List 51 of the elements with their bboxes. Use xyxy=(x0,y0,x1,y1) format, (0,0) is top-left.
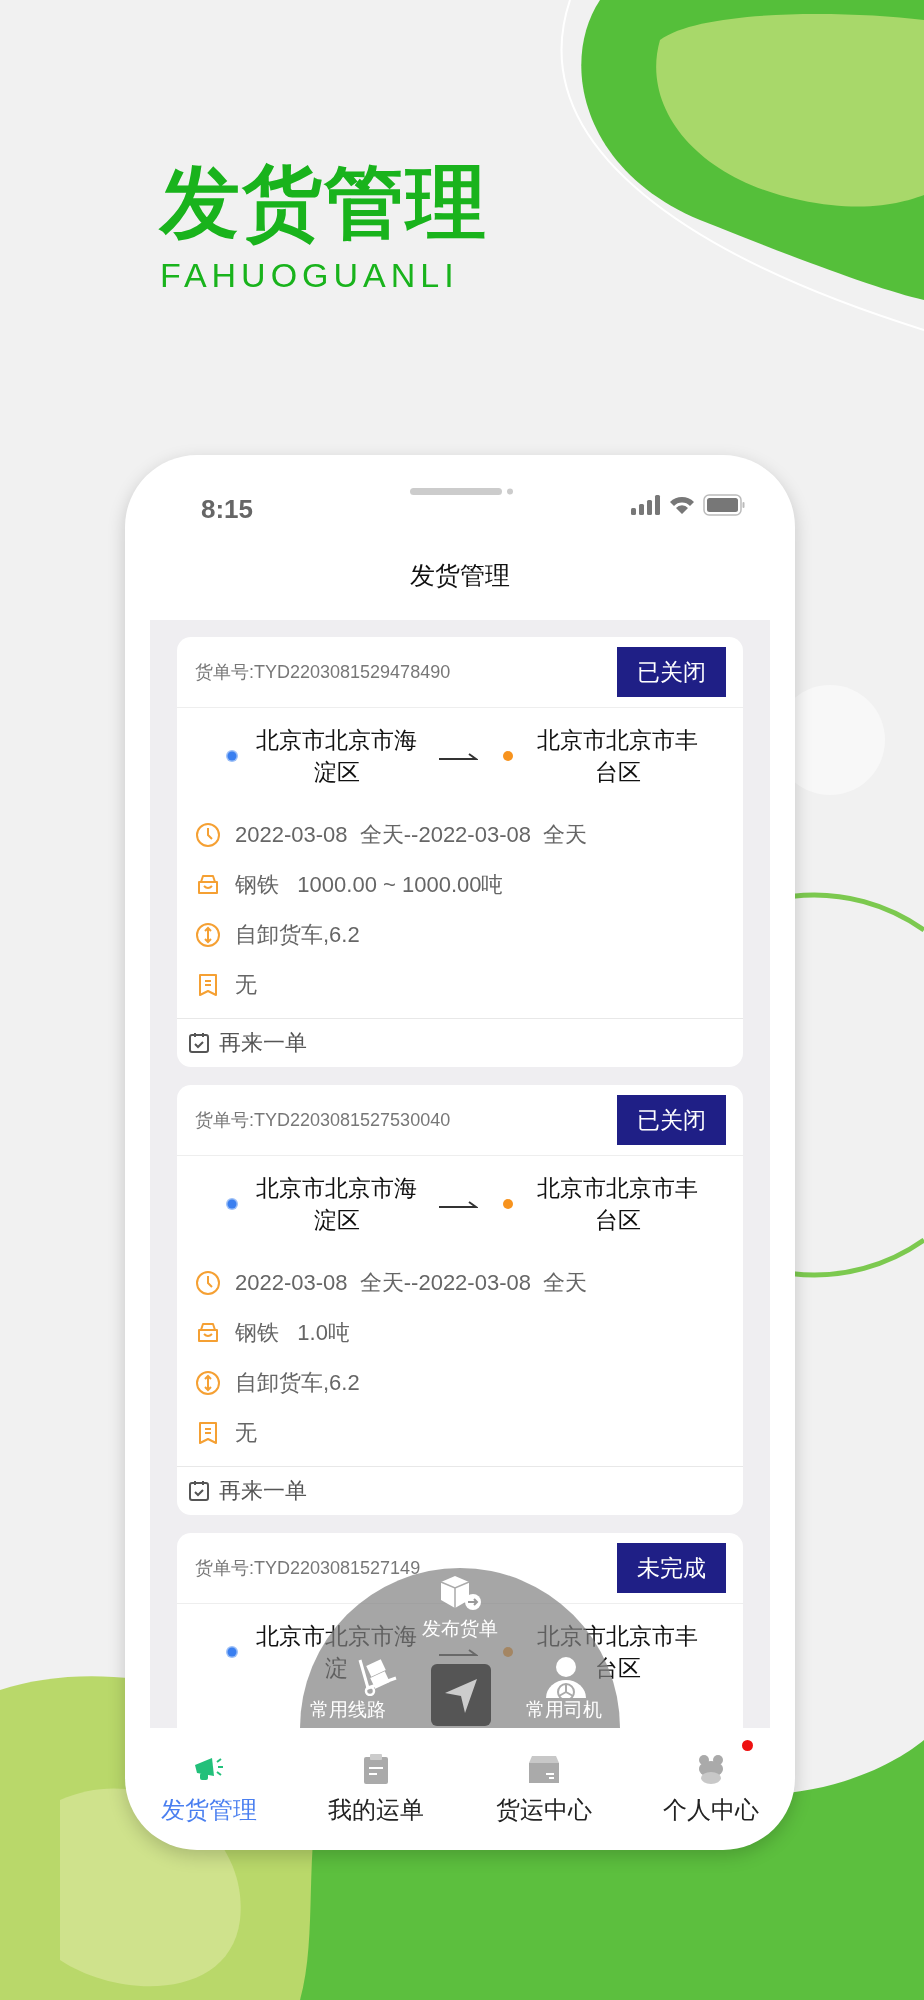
headline: 发货管理 xyxy=(160,157,489,249)
origin-dot-icon xyxy=(225,1645,239,1659)
detail-text: 自卸货车,6.2 xyxy=(235,921,360,949)
reorder-button[interactable]: 再来一单 xyxy=(187,1476,307,1506)
detail-text: 钢铁 1000.00 ~ 1000.00吨 xyxy=(235,871,504,899)
clock-icon xyxy=(195,822,221,848)
origin-dot-icon xyxy=(225,1197,239,1211)
headline-subtitle: FAHUOGUANLI xyxy=(160,255,460,296)
speaker-notch-icon xyxy=(410,488,514,496)
origin-dot-icon xyxy=(225,749,239,763)
destination-dot-icon xyxy=(502,1198,514,1210)
status-time: 8:15 xyxy=(201,493,254,525)
tab[interactable]: 货运中心 xyxy=(468,1735,619,1826)
destination-address: 台区 xyxy=(594,1206,641,1235)
origin-address: 北京市北京市海 xyxy=(256,1622,417,1651)
detail-text: 钢铁 1.0吨 xyxy=(235,1319,350,1347)
status-badge: 未完成 xyxy=(617,1543,726,1593)
origin-address: 淀区 xyxy=(313,1206,360,1235)
calendar-check-icon xyxy=(187,1031,211,1055)
origin-address: 北京市北京市海 xyxy=(256,726,417,755)
detail-text: 自卸货车,6.2 xyxy=(235,1369,360,1397)
calendar-check-icon xyxy=(187,1479,211,1503)
status-badge: 已关闭 xyxy=(617,1095,726,1145)
wifi-icon xyxy=(669,495,695,515)
order-number: 货单号:TYD2203081527530040 xyxy=(195,1109,451,1132)
tab[interactable]: 发货管理 xyxy=(133,1735,284,1826)
clock-icon xyxy=(195,1270,221,1296)
destination-address: 台区 xyxy=(594,758,641,787)
signal-icon xyxy=(631,495,661,515)
status-badge: 已关闭 xyxy=(617,647,726,697)
tab[interactable]: 我的运单 xyxy=(301,1735,452,1826)
screen-title: 发货管理 xyxy=(409,560,511,591)
detail-text: 2022-03-08 全天--2022-03-08 全天 xyxy=(235,1269,588,1297)
detail-text: 2022-03-08 全天--2022-03-08 全天 xyxy=(235,821,588,849)
origin-address: 北京市北京市海 xyxy=(256,1174,417,1203)
driver-icon xyxy=(544,1656,588,1698)
destination-address: 北京市北京市丰 xyxy=(537,1174,698,1203)
order-number: 货单号:TYD2203081527149 xyxy=(195,1557,421,1580)
detail-text: 无 xyxy=(235,971,257,999)
order-number: 货单号:TYD2203081529478490 xyxy=(195,661,451,684)
destination-address: 北京市北京市丰 xyxy=(537,726,698,755)
destination-address: 北京市北京市丰 xyxy=(537,1622,698,1651)
origin-address: 淀 xyxy=(325,1654,348,1683)
tab[interactable]: 个人中心 xyxy=(636,1735,787,1826)
destination-dot-icon xyxy=(502,750,514,762)
battery-icon xyxy=(703,494,745,516)
detail-text: 无 xyxy=(235,1419,257,1447)
box-icon xyxy=(527,1753,560,1784)
origin-address: 淀区 xyxy=(313,758,360,787)
reorder-button[interactable]: 再来一单 xyxy=(187,1028,307,1058)
navigation-button[interactable] xyxy=(431,1664,491,1726)
